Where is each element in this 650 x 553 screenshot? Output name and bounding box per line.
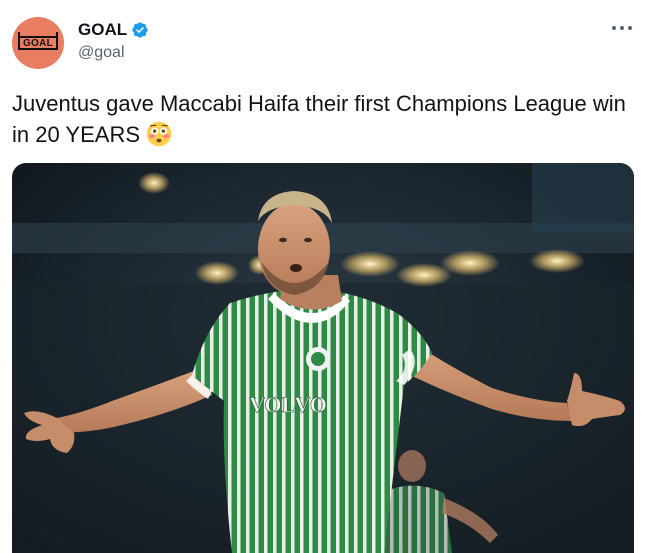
jersey-sponsor-text: VOLVO [249,392,327,417]
tweet-photo[interactable]: VOLVO [12,163,634,553]
dot [620,26,624,30]
more-dots-icon[interactable] [612,24,632,32]
tweet-body: Juventus gave Maccabi Haifa their first … [12,91,626,147]
tweet-text: Juventus gave Maccabi Haifa their first … [12,88,632,150]
author-handle[interactable]: @goal [78,44,125,62]
verified-badge-icon [132,22,148,38]
avatar[interactable]: GOAL [12,17,64,69]
display-name[interactable]: GOAL [78,20,127,40]
author-name-row[interactable]: GOAL [78,20,149,40]
football-player-photo: VOLVO [12,163,634,553]
tweet-card: GOAL GOAL @goal Juventus gave Maccabi Ha… [0,0,650,553]
dot [612,26,616,30]
flushed-face-icon [146,121,172,147]
goal-logo: GOAL [17,32,59,50]
dot [628,26,632,30]
